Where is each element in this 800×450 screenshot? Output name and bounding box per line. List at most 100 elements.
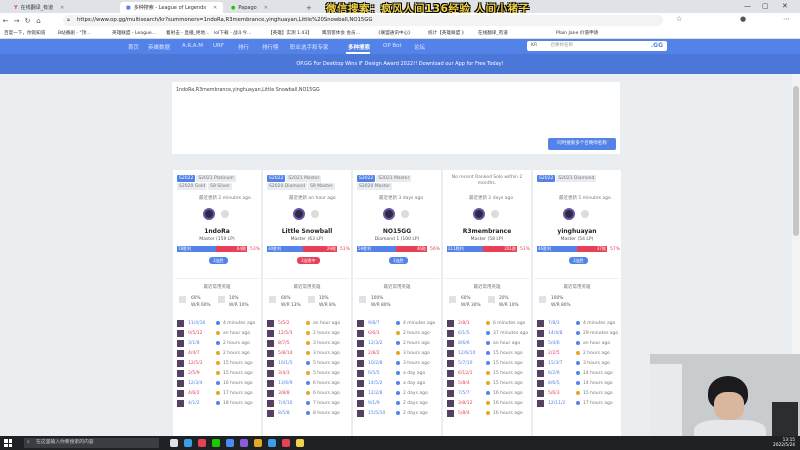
match-row[interactable]: 5/7/10 15 hours ago <box>447 358 529 368</box>
summoner-name[interactable]: Little Snowball <box>263 228 351 235</box>
profile-icon[interactable]: ● <box>740 15 746 23</box>
region-select[interactable]: KR <box>531 43 537 48</box>
match-row[interactable]: 12/3/2 2 hours ago <box>357 338 439 348</box>
back-icon[interactable]: ← <box>0 17 11 25</box>
gg-logo[interactable]: .GG <box>651 41 663 51</box>
new-tab-icon[interactable]: + <box>300 2 318 13</box>
match-row[interactable]: 10/1/5 5 hours ago <box>267 358 349 368</box>
match-row[interactable]: 4/4/7 2 hours ago <box>177 348 259 358</box>
match-row[interactable]: 5/8/14 3 hours ago <box>267 348 349 358</box>
bookmark-item[interactable]: lol下载 - 战斗今... <box>214 30 251 36</box>
reload-icon[interactable]: ↻ <box>22 17 33 25</box>
maximize-icon[interactable]: ▢ <box>762 2 769 10</box>
match-row[interactable]: 6/6/3 2 hours ago <box>357 328 439 338</box>
nav-item[interactable]: URF <box>213 43 224 49</box>
bookmark-item[interactable]: 《联盟通讯中心》 <box>376 30 413 36</box>
match-row[interactable]: 2/8/2 3 hours ago <box>357 348 439 358</box>
scrollbar-thumb[interactable] <box>793 86 799 236</box>
nav-item[interactable]: 排行 <box>238 43 249 51</box>
summoner-avatar[interactable] <box>203 208 215 220</box>
match-row[interactable]: 6/2/9 14 hours ago <box>537 368 619 378</box>
nav-item[interactable]: A.R.A.M <box>182 43 203 49</box>
summoner-avatar[interactable] <box>563 208 575 220</box>
match-row[interactable]: 6/1/5 37 minutes ago <box>447 328 529 338</box>
taskbar-app-icon[interactable] <box>226 439 234 447</box>
match-row[interactable]: 12/3/4 16 hours ago <box>177 378 259 388</box>
match-row[interactable]: 12/2/8 2 days ago <box>357 388 439 398</box>
close-window-icon[interactable]: ✕ <box>782 2 788 10</box>
summoner-name[interactable]: 1ndoRa <box>173 228 261 235</box>
summoner-name[interactable]: NO15GG <box>353 228 441 235</box>
match-row[interactable]: 10/2/8 3 hours ago <box>357 358 439 368</box>
taskbar-app-icon[interactable] <box>268 439 276 447</box>
match-row[interactable]: 7/8/3 4 minutes ago <box>537 318 619 328</box>
taskbar-app-icon[interactable] <box>184 439 192 447</box>
home-icon[interactable]: ⌂ <box>33 17 44 25</box>
nav-item[interactable]: 首页 <box>128 43 139 51</box>
match-row[interactable]: 5/6/3 15 hours ago <box>537 388 619 398</box>
taskbar-clock[interactable]: 13:15 2022/5/24 <box>773 438 795 448</box>
close-icon[interactable]: ✕ <box>213 5 217 11</box>
nav-search[interactable]: KR 召唤师名称 .GG <box>527 41 667 51</box>
bookmark-item[interactable]: Plain Jane 价值申请 <box>556 30 598 36</box>
summoner-name[interactable]: R3membrance <box>443 228 531 235</box>
match-row[interactable]: 4/1/2 18 hours ago <box>177 398 259 408</box>
tab-papago[interactable]: ● Papago ✕ <box>225 2 274 13</box>
taskbar-app-icon[interactable] <box>212 439 220 447</box>
tab-opgg[interactable]: ■ 多种搜索 - League of Legends ✕ <box>120 2 224 13</box>
taskbar-search[interactable]: ⌕ 在这里输入你要搜索的内容 <box>24 438 159 448</box>
match-row[interactable]: 12/6/10 15 hours ago <box>447 348 529 358</box>
match-row[interactable]: 3/1/8 2 hours ago <box>177 338 259 348</box>
match-row[interactable]: 2/2/5 2 hours ago <box>537 348 619 358</box>
nav-item[interactable]: 排行榜 <box>262 43 279 51</box>
match-row[interactable]: 12/5/3 15 hours ago <box>177 358 259 368</box>
windows-start-icon[interactable] <box>4 439 12 447</box>
bookmark-item[interactable]: 着射击 - 直播_绝地... <box>166 30 209 36</box>
match-row[interactable]: 4/6/2 17 hours ago <box>177 388 259 398</box>
bookmark-item[interactable]: 百度一下，你就知道 <box>4 30 45 36</box>
match-row[interactable]: 11/4/16 4 minutes ago <box>177 318 259 328</box>
nav-item[interactable]: OP Bot <box>383 43 402 49</box>
taskbar-app-icon[interactable] <box>240 439 248 447</box>
match-row[interactable]: 3/8/8 6 hours ago <box>267 388 349 398</box>
match-row[interactable]: 8/7/5 3 hours ago <box>267 338 349 348</box>
taskbar-app-icon[interactable] <box>254 439 262 447</box>
bookmark-item[interactable]: 统计【英雄联盟 》 <box>428 30 466 36</box>
bookmark-item[interactable]: 在线翻译_有道 <box>478 30 508 36</box>
nav-item[interactable]: 职业选手和专家 <box>290 43 329 51</box>
menu-icon[interactable]: ⋯ <box>783 15 790 23</box>
summoner-avatar[interactable] <box>473 208 485 220</box>
match-row[interactable]: 12/5/3 2 hours ago <box>267 328 349 338</box>
match-row[interactable]: 9/1/9 2 days ago <box>357 398 439 408</box>
match-row[interactable]: 2/5/9 15 hours ago <box>177 368 259 378</box>
summoner-name[interactable]: yinghuayan <box>533 228 621 235</box>
taskbar-app-icon[interactable] <box>198 439 206 447</box>
match-row[interactable]: 13/6/9 6 hours ago <box>267 378 349 388</box>
match-row[interactable]: 12/11/2 17 hours ago <box>537 398 619 408</box>
match-row[interactable]: 3/8/12 16 hours ago <box>447 398 529 408</box>
taskbar-app-icon[interactable] <box>170 439 178 447</box>
minimize-icon[interactable]: — <box>744 2 751 10</box>
multisearch-button[interactable]: 同时搜索多个召唤师名称 <box>548 138 616 150</box>
promo-banner[interactable]: OP.GG For Desktop Wins iF Design Award 2… <box>0 54 800 74</box>
match-row[interactable]: 8/6/6 an hour ago <box>447 338 529 348</box>
match-row[interactable]: 6/12/1 15 hours ago <box>447 368 529 378</box>
forward-icon[interactable]: → <box>11 17 22 25</box>
match-row[interactable]: 8/6/5 14 hours ago <box>537 378 619 388</box>
match-row[interactable]: 14/5/2 a day ago <box>357 378 439 388</box>
nav-item[interactable]: 多种搜索 <box>348 43 370 51</box>
match-row[interactable]: 7/5/7 16 hours ago <box>447 388 529 398</box>
match-row[interactable]: 9/8/7 4 minutes ago <box>357 318 439 328</box>
summoner-avatar[interactable] <box>383 208 395 220</box>
match-row[interactable]: 5/8/4 16 hours ago <box>447 408 529 418</box>
match-row[interactable]: 3/4/3 5 hours ago <box>267 368 349 378</box>
url-field[interactable]: 🔒︎ https://www.op.gg/multisearch/kr?summ… <box>63 15 663 26</box>
match-row[interactable]: 5/4/6 an hour ago <box>537 338 619 348</box>
match-row[interactable]: 7/4/10 7 hours ago <box>267 398 349 408</box>
bookmark-item[interactable]: 【英雄】实测 1.43】 <box>268 30 312 36</box>
match-row[interactable]: 6/5/5 a day ago <box>357 368 439 378</box>
taskbar-app-icon[interactable] <box>282 439 290 447</box>
match-row[interactable]: 15/5/10 2 days ago <box>357 408 439 418</box>
nav-item[interactable]: 论坛 <box>414 43 425 51</box>
close-icon[interactable]: ✕ <box>264 5 268 11</box>
